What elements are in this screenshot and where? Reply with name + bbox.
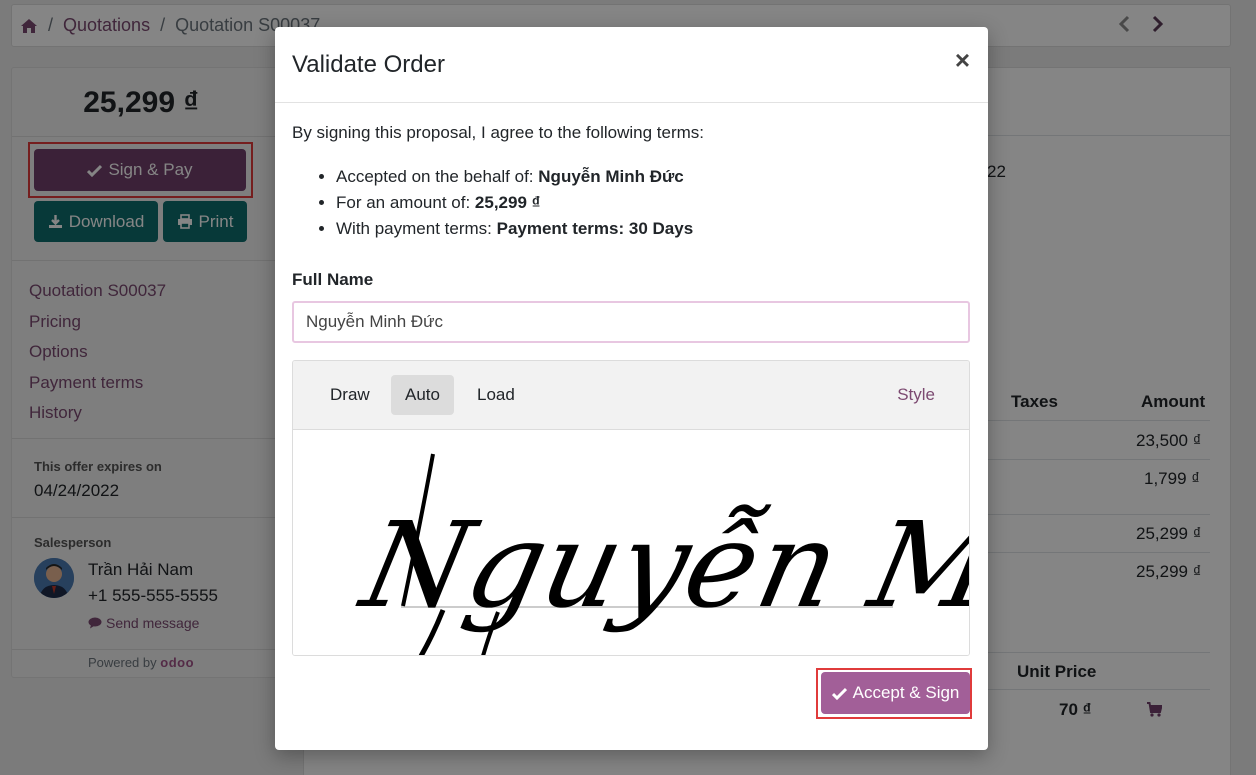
dialog-title: Validate Order	[292, 51, 445, 78]
tab-load[interactable]: Load	[463, 375, 529, 415]
term-value: Payment terms: 30 Days	[496, 219, 694, 238]
close-icon[interactable]: ×	[955, 47, 970, 73]
list-item: For an amount of: 25,299 ₫	[336, 192, 693, 218]
signature-drawing: Nguyễn Minh Đức	[349, 453, 969, 655]
dialog-header: Validate Order ×	[275, 27, 988, 103]
full-name-input[interactable]	[292, 301, 970, 343]
signature-widget: Draw Auto Load Style Nguyễn Minh Đức	[292, 360, 970, 656]
full-name-label: Full Name	[292, 270, 374, 289]
term-value: Nguyễn Minh Đức	[538, 167, 684, 186]
list-item: Accepted on the behalf of: Nguyễn Minh Đ…	[336, 166, 693, 192]
tab-draw[interactable]: Draw	[316, 375, 384, 415]
validate-order-dialog: Validate Order × By signing this proposa…	[275, 27, 988, 750]
term-label: Accepted on the behalf of:	[336, 167, 534, 186]
term-label: With payment terms:	[336, 219, 492, 238]
list-item: With payment terms: Payment terms: 30 Da…	[336, 218, 693, 244]
term-label: For an amount of:	[336, 193, 471, 212]
signature-canvas[interactable]: Nguyễn Minh Đức	[293, 430, 969, 655]
terms-intro: By signing this proposal, I agree to the…	[292, 123, 704, 142]
signature-toolbar: Draw Auto Load Style	[293, 361, 969, 430]
highlight-frame	[816, 668, 972, 719]
tab-auto[interactable]: Auto	[391, 375, 454, 415]
terms-list: Accepted on the behalf of: Nguyễn Minh Đ…	[336, 166, 693, 244]
term-value: 25,299 ₫	[474, 193, 541, 212]
style-link[interactable]: Style	[897, 375, 935, 415]
